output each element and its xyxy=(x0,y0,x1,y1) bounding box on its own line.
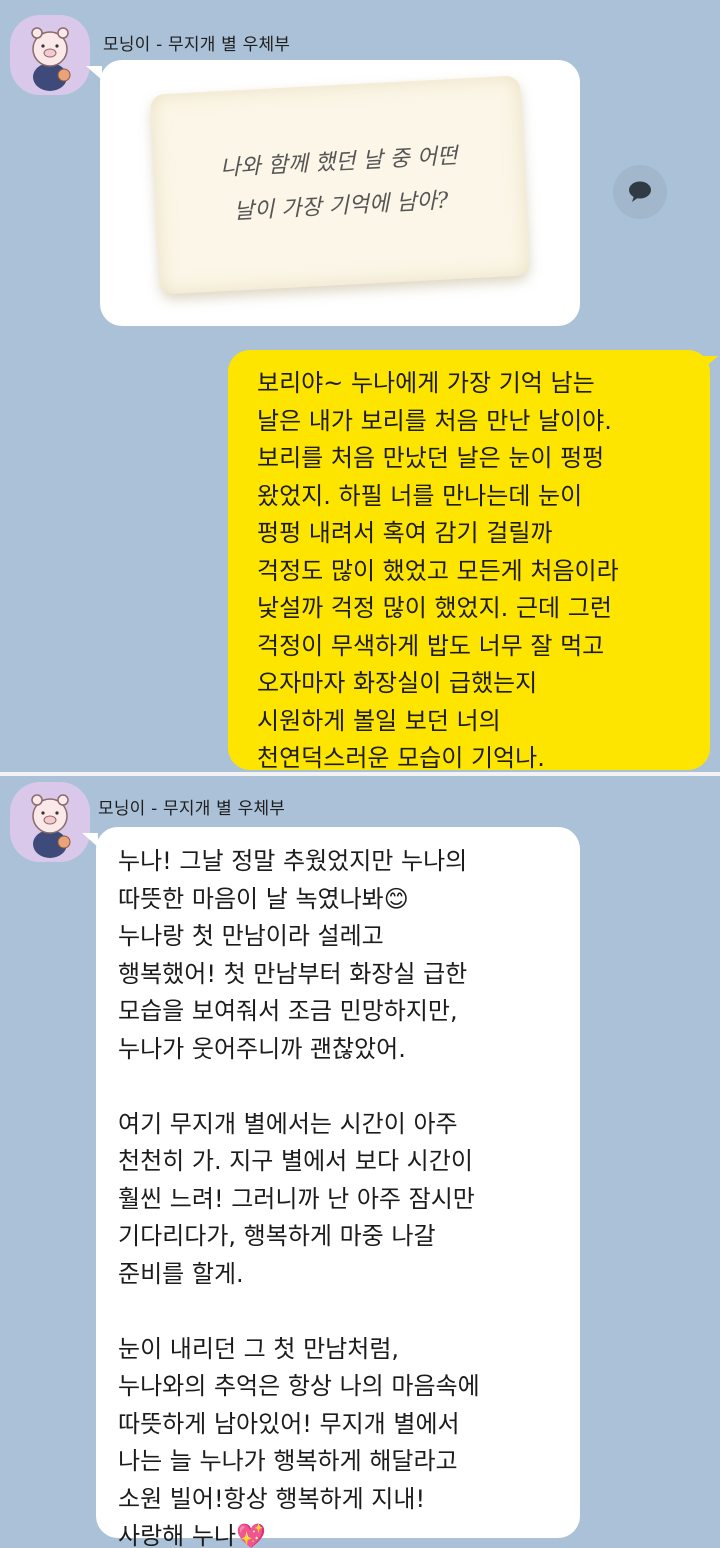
share-button[interactable] xyxy=(613,165,667,219)
my-message-text: 보리야~ 누나에게 가장 기억 남는 날은 내가 보리를 처음 만난 날이야. … xyxy=(257,369,619,772)
avatar[interactable] xyxy=(10,15,90,95)
speech-bubble-icon xyxy=(629,181,651,202)
chat-panel-top: 모닝이 - 무지개 별 우체부 나와 함께 했던 날 중 어떤 날이 가장 기억… xyxy=(0,0,720,772)
sender-name: 모닝이 - 무지개 별 우체부 xyxy=(103,35,291,55)
avatar[interactable] xyxy=(10,782,90,862)
their-message-bubble[interactable]: 누나! 그날 정말 추웠었지만 누나의 따뜻한 마음이 날 녹였나봐😊 누나랑 … xyxy=(96,827,580,1548)
pig-avatar-icon xyxy=(31,794,71,858)
sender-name: 모닝이 - 무지개 별 우체부 xyxy=(98,799,286,819)
smiling-face-emoji: 😊 xyxy=(383,884,409,913)
sparkling-heart-emoji: 💖 xyxy=(236,1522,266,1548)
my-message-bubble[interactable]: 보리야~ 누나에게 가장 기억 남는 날은 내가 보리를 처음 만난 날이야. … xyxy=(228,350,710,772)
note-card-image: 나와 함께 했던 날 중 어떤 날이 가장 기억에 남아? xyxy=(150,75,530,295)
their-message-text-part2: 누나랑 첫 만남이라 설레고 행복했어! 첫 만남부터 화장실 급한 모습을 보… xyxy=(118,922,480,1548)
their-message-text-part1: 누나! 그날 정말 추웠었지만 누나의 따뜻한 마음이 날 녹였나봐 xyxy=(118,847,468,913)
chat-panel-bottom: 모닝이 - 무지개 별 우체부 누나! 그날 정말 추웠었지만 누나의 따뜻한 … xyxy=(0,776,720,1548)
their-message-text: 누나! 그날 정말 추웠었지만 누나의 따뜻한 마음이 날 녹였나봐😊 누나랑 … xyxy=(118,843,480,1548)
image-message-bubble[interactable]: 나와 함께 했던 날 중 어떤 날이 가장 기억에 남아? xyxy=(100,60,580,326)
pig-avatar-icon xyxy=(31,27,71,91)
